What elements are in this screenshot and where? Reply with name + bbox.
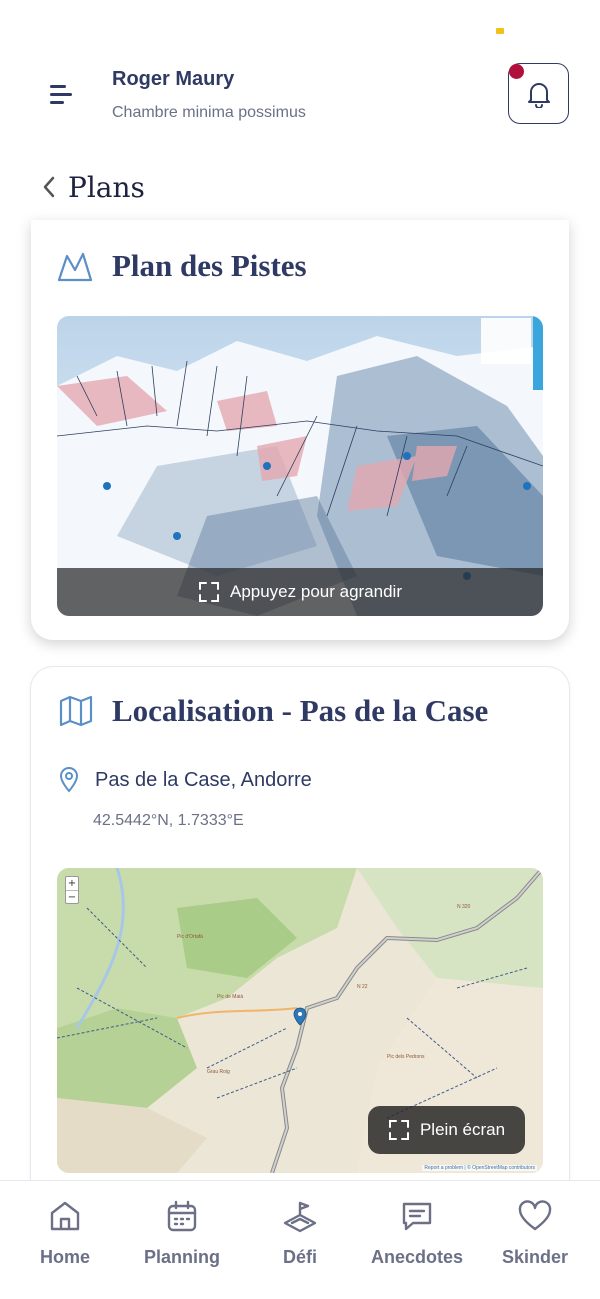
chat-icon (402, 1202, 432, 1231)
svg-text:Pic de Maià: Pic de Maià (217, 994, 243, 1000)
nav-label-planning: Planning (144, 1247, 220, 1267)
expand-icon (198, 582, 219, 602)
menu-button[interactable] (42, 75, 82, 115)
zoom-in-button[interactable]: + (66, 877, 78, 890)
calendar-icon (167, 1200, 197, 1232)
expand-overlay[interactable]: Appuyez pour agrandir (57, 568, 543, 616)
zoom-control: + − (65, 876, 79, 904)
map-icon (59, 695, 93, 727)
nav-label-defi: Défi (282, 1247, 317, 1267)
chevron-left-icon (43, 176, 55, 198)
bell-icon (528, 83, 550, 108)
nav-item-home[interactable]: Home (15, 1199, 115, 1268)
location-place-row: Pas de la Case, Andorre (59, 767, 312, 793)
svg-text:N 320: N 320 (457, 904, 471, 910)
challenge-icon (283, 1201, 317, 1233)
fullscreen-button[interactable]: Plein écran (368, 1106, 525, 1154)
notification-badge (509, 64, 524, 79)
mountain-icon (57, 252, 93, 282)
location-map[interactable]: Pic d'Ortafà Pic de Maià Grau Roig N 22 … (57, 868, 543, 1173)
nav-label-anecdotes: Anecdotes (370, 1247, 464, 1267)
location-card: Localisation - Pas de la Case Pas de la … (31, 667, 569, 1267)
nav-label-home: Home (39, 1247, 90, 1267)
heart-icon (518, 1200, 552, 1231)
expand-label: Appuyez pour agrandir (229, 582, 402, 601)
map-attribution[interactable]: Report a problem | © OpenStreetMap contr… (422, 1165, 537, 1171)
menu-line (50, 101, 64, 104)
fullscreen-icon (388, 1120, 409, 1140)
svg-text:Pic d'Ortafà: Pic d'Ortafà (177, 934, 203, 940)
location-coordinates: 42.5442°N, 1.7333°E (93, 812, 244, 829)
back-button[interactable]: Plans (38, 165, 145, 209)
ski-plan-image[interactable]: Appuyez pour agrandir (57, 316, 543, 616)
menu-line (50, 93, 72, 96)
menu-line (50, 85, 66, 88)
page-title: Plans (68, 170, 145, 204)
nav-item-anecdotes[interactable]: Anecdotes (367, 1199, 467, 1268)
ski-plan-card: Plan des Pistes Appuyez pour agrandir (31, 220, 569, 640)
nav-item-planning[interactable]: Planning (132, 1199, 232, 1268)
user-subtitle: Chambre minima possimus (112, 104, 306, 121)
user-name: Roger Maury (112, 68, 235, 90)
svg-text:Pic dels Pedrons: Pic dels Pedrons (387, 1054, 425, 1060)
location-place: Pas de la Case, Andorre (95, 768, 312, 791)
ski-plan-title: Plan des Pistes (112, 248, 307, 283)
svg-text:N 22: N 22 (357, 984, 368, 990)
nav-item-skinder[interactable]: Skinder (485, 1199, 585, 1268)
nav-item-defi[interactable]: Défi (250, 1199, 350, 1268)
bottom-navigation: Home Planning Défi Anecdotes Skinder (0, 1180, 600, 1299)
zoom-out-button[interactable]: − (66, 890, 78, 903)
nav-label-skinder: Skinder (501, 1247, 569, 1267)
fullscreen-label: Plein écran (419, 1120, 506, 1139)
svg-text:Grau Roig: Grau Roig (207, 1069, 230, 1075)
location-pin-icon (59, 767, 79, 793)
home-icon (50, 1201, 80, 1231)
location-title: Localisation - Pas de la Case (112, 693, 489, 728)
status-indicator (496, 28, 504, 34)
